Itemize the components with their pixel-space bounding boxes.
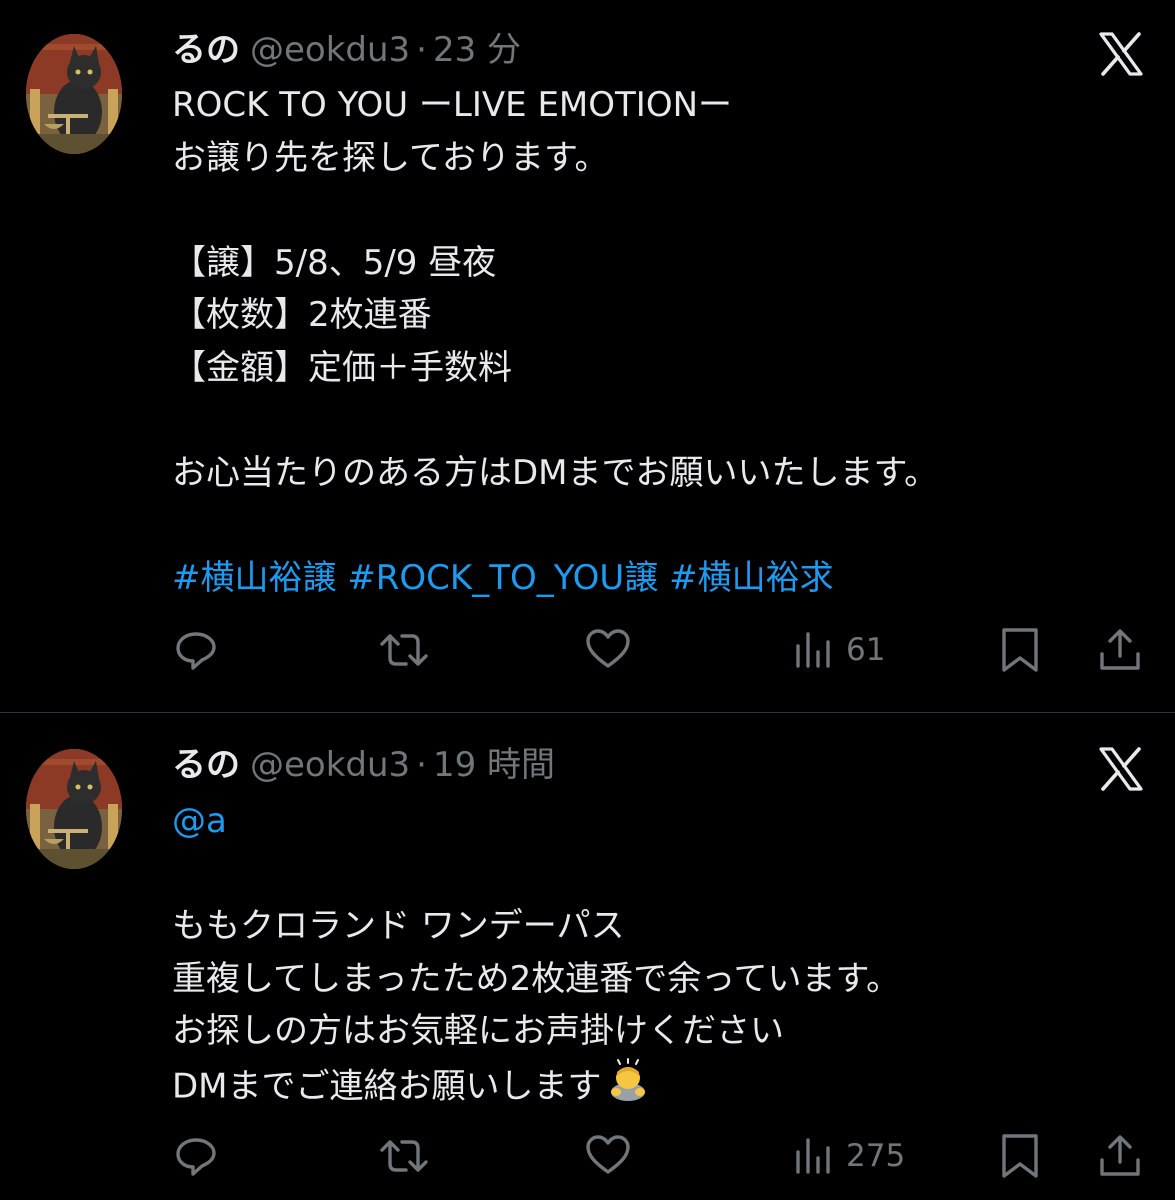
display-name[interactable]: るの <box>172 745 240 785</box>
tweet-line: ROCK TO YOU ーLIVE EMOTIONー <box>172 85 733 125</box>
bookmark-button[interactable] <box>998 626 1042 674</box>
hashtag-link[interactable]: #横山裕求 <box>669 558 834 598</box>
retweet-button[interactable] <box>376 1132 432 1180</box>
avatar-image <box>26 749 122 869</box>
reply-button[interactable] <box>172 1132 220 1180</box>
action-bar: 61 <box>172 626 1152 674</box>
retweet-icon <box>380 634 428 666</box>
views-button[interactable]: 275 <box>794 1132 905 1180</box>
like-icon <box>586 629 630 668</box>
tweet-line: 【金額】定価＋手数料 <box>172 347 512 388</box>
tweet-header: るの @eokdu3 · 19 時間 <box>172 741 555 789</box>
views-button[interactable]: 61 <box>794 626 885 674</box>
separator: · <box>416 30 427 70</box>
tweet-line <box>172 395 1132 448</box>
person-bowing-emoji-icon <box>606 1057 650 1118</box>
tweet-line: お探しの方はお気軽にお声掛けください <box>172 1011 784 1052</box>
timestamp[interactable]: 19 時間 <box>433 745 555 785</box>
tweet-line: DMまでご連絡お願いします <box>172 1066 602 1107</box>
user-handle[interactable]: @eokdu3 <box>250 30 410 70</box>
bookmark-button[interactable] <box>998 1132 1042 1180</box>
tweet[interactable]: るの @eokdu3 · 23 分 ROCK TO YOU ーLIVE EMOTION… <box>0 0 1175 712</box>
tweet-line: お譲り先を探しております。 <box>172 137 609 178</box>
tweet-line-with-emoji: DMまでご連絡お願いします <box>172 1057 1132 1111</box>
hashtag-line: #横山裕譲 #ROCK_TO_YOU譲 #横山裕求 <box>172 552 1132 605</box>
tweet-line: 【譲】5/8、5/9 昼夜 <box>172 242 497 283</box>
view-count: 275 <box>846 1138 906 1174</box>
display-name[interactable]: るの <box>172 30 240 70</box>
tweet-header: るの @eokdu3 · 23 分 <box>172 26 521 74</box>
avatar-image <box>26 34 122 154</box>
avatar[interactable] <box>26 34 122 154</box>
hashtag-link[interactable]: #ROCK_TO_YOU譲 <box>347 558 658 598</box>
timestamp[interactable]: 23 分 <box>433 30 521 70</box>
tweet-text: ROCK TO YOU ーLIVE EMOTIONー お譲り先を探しております。… <box>172 79 1132 605</box>
tweet-line <box>172 500 1132 553</box>
tweet-line: 【枚数】2枚連番 <box>172 295 432 336</box>
like-icon <box>586 1135 630 1174</box>
views-icon <box>796 1138 830 1174</box>
share-icon <box>1100 1135 1140 1176</box>
share-button[interactable] <box>1096 1132 1144 1180</box>
reply-icon <box>176 632 216 670</box>
separator: · <box>416 745 427 785</box>
tweet[interactable]: るの @eokdu3 · 19 時間 @a ももクロランド ワンデーパス 重複してしま… <box>0 713 1175 1200</box>
avatar[interactable] <box>26 749 122 869</box>
retweet-button[interactable] <box>376 626 432 674</box>
user-handle[interactable]: @eokdu3 <box>250 745 410 785</box>
mention-line: @a <box>172 795 1132 848</box>
views-icon <box>796 632 830 668</box>
tweet-line: 重複してしまったため2枚連番で余っています。 <box>172 958 901 999</box>
x-logo-icon <box>1097 745 1145 793</box>
tweet-line: お心当たりのある方はDMまでお願いいたします。 <box>172 453 939 494</box>
share-icon <box>1100 629 1140 670</box>
x-logo-icon <box>1097 30 1145 78</box>
reply-icon <box>176 1138 216 1176</box>
retweet-icon <box>380 1140 428 1172</box>
reply-button[interactable] <box>172 626 220 674</box>
like-button[interactable] <box>584 626 632 674</box>
bookmark-icon <box>1002 628 1038 672</box>
share-button[interactable] <box>1096 626 1144 674</box>
tweet-line <box>172 848 1132 901</box>
tweet-line: ももクロランド ワンデーパス <box>172 906 625 947</box>
view-count: 61 <box>846 632 886 668</box>
action-bar: 275 <box>172 1132 1152 1180</box>
tweet-line <box>172 184 1132 237</box>
bookmark-icon <box>1002 1134 1038 1178</box>
hashtag-link[interactable]: #横山裕譲 <box>172 558 337 598</box>
mention-link[interactable]: @a <box>172 801 227 841</box>
like-button[interactable] <box>584 1132 632 1180</box>
tweet-text: @a ももクロランド ワンデーパス 重複してしまったため2枚連番で余っています。… <box>172 795 1132 1111</box>
